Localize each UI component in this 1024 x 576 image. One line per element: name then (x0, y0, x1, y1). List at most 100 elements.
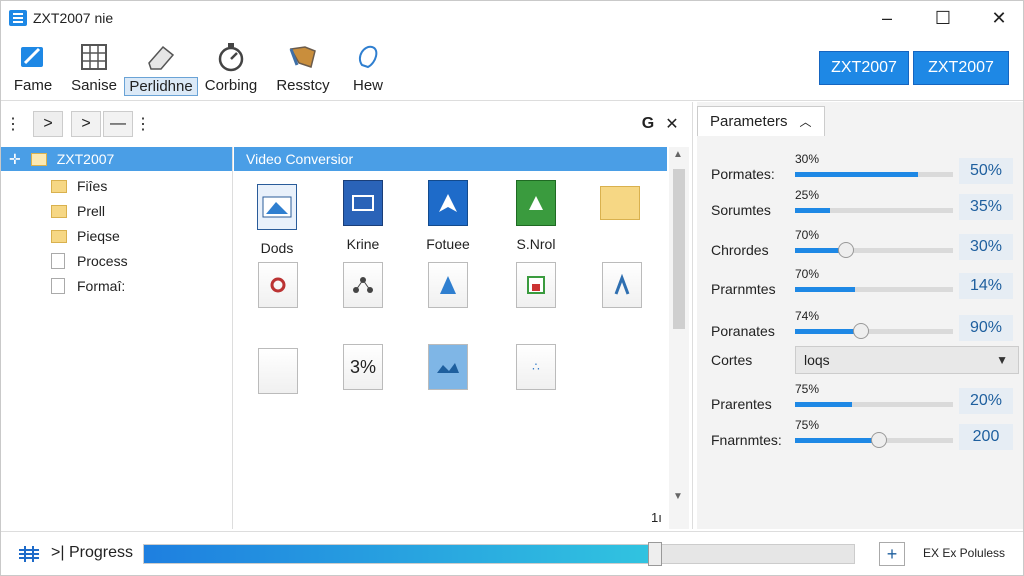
ribbon-hew-button[interactable]: Hew (347, 41, 389, 99)
forward-button[interactable]: > (33, 111, 63, 137)
tree-root[interactable]: ✛ ZXT2007 (1, 147, 232, 171)
parameter-value[interactable]: 20% (959, 388, 1013, 414)
cortes-select[interactable]: loqs (795, 346, 1019, 374)
tree-item[interactable]: Pieqse (51, 225, 120, 247)
slider-knob[interactable] (853, 323, 870, 339)
slider-fill (795, 438, 879, 443)
parameter-slider[interactable] (795, 323, 953, 339)
file-item[interactable] (501, 262, 571, 318)
close-button[interactable]: ✕ (971, 1, 1024, 35)
ribbon-sanise-button[interactable]: Sanise (69, 41, 119, 99)
ribbon-corbing-button[interactable]: Corbing (203, 41, 259, 99)
parameter-value[interactable]: 30% (959, 234, 1013, 260)
status-bar: >| Progress + EX Ex Poluless (1, 531, 1023, 575)
parameter-value[interactable]: 50% (959, 158, 1013, 184)
ribbon-resstcy-button[interactable]: Resstcy (273, 41, 333, 99)
ribbon-perlidhne-button[interactable]: Perlidhne (124, 41, 198, 99)
parameter-row: Sorumtes 25% 35% (697, 188, 1023, 224)
grip-icon: ⋮ (5, 116, 21, 133)
tree-item[interactable]: Formaî: (51, 275, 125, 297)
status-corner-text: 1ı (651, 510, 662, 525)
ribbon-label: Perlidhne (124, 77, 198, 96)
close-panel-icon[interactable]: ✕ (657, 111, 687, 137)
parameter-row: Pormates: 30% 50% (697, 152, 1023, 188)
collapse-button[interactable]: — (103, 111, 133, 137)
slider-fill (795, 208, 830, 213)
ribbon: Fame Sanise Perlidhne Corbing Resstcy He… (1, 35, 1023, 101)
file-item[interactable]: Krine (328, 180, 398, 252)
parameter-percent: 74% (795, 309, 820, 323)
chart-file-icon (516, 262, 556, 308)
tree-item[interactable]: Fiîes (51, 175, 107, 197)
parameter-slider[interactable] (795, 172, 953, 177)
parameter-label: Chrordes (711, 242, 769, 258)
file-item[interactable] (413, 344, 483, 400)
content-scrollbar[interactable]: ▲ ▼ (669, 147, 689, 529)
scroll-down-icon[interactable]: ▼ (673, 491, 683, 502)
tree-item-label: Formaî: (77, 278, 126, 294)
file-item[interactable] (413, 262, 483, 318)
scroll-up-icon[interactable]: ▲ (673, 149, 683, 160)
grid-icon (17, 544, 41, 564)
zxt2007-button[interactable]: ZXT2007 (913, 51, 1009, 85)
parameter-value[interactable]: 90% (959, 315, 1013, 341)
tab-parameters[interactable]: Parameters ︿ (697, 106, 825, 136)
parameter-value[interactable]: 200 (959, 424, 1013, 450)
parameter-select-row: Cortes loqs (697, 344, 1023, 380)
ribbon-fame-button[interactable]: Fame (11, 41, 55, 99)
parameter-value[interactable]: 14% (959, 273, 1013, 299)
folder-icon (51, 179, 67, 193)
tree-item[interactable]: Process (51, 250, 128, 272)
minimize-button[interactable]: – (859, 1, 915, 35)
slider-fill (795, 402, 852, 407)
arrow-file-icon (428, 262, 468, 308)
file-item[interactable]: Dods (242, 184, 312, 256)
settings-file-icon (258, 262, 298, 308)
status-right-text: EX Ex Poluless (923, 546, 1006, 560)
scroll-thumb[interactable] (673, 169, 685, 329)
parameter-slider[interactable] (795, 432, 953, 448)
pen-icon (17, 41, 49, 73)
progress-bar[interactable] (143, 542, 855, 566)
script-file-icon (602, 262, 642, 308)
slider-knob[interactable] (837, 242, 854, 258)
file-name: S.Nrol (516, 236, 556, 252)
video-file-icon (257, 184, 297, 230)
parameter-row: Poranates 74% 90% (697, 309, 1023, 345)
parameter-label: Poranates (711, 323, 775, 339)
ribbon-label: Resstcy (276, 77, 330, 94)
parameter-slider[interactable] (795, 287, 953, 292)
parameter-row: Prarentes 75% 20% (697, 382, 1023, 418)
slider-knob[interactable] (870, 432, 887, 448)
tree-root-label: ZXT2007 (56, 151, 115, 167)
maximize-button[interactable]: ☐ (915, 1, 971, 35)
slider-fill (795, 329, 862, 334)
parameter-slider[interactable] (795, 208, 953, 213)
chevron-up-icon[interactable]: ︿ (800, 113, 812, 130)
progress-label: >| Progress (51, 544, 133, 561)
progress-handle[interactable] (648, 542, 663, 566)
file-item[interactable] (243, 348, 313, 404)
parameter-row: Fnarnmtes: 75% 200 (697, 418, 1023, 454)
flag-icon (287, 41, 319, 73)
dots-file-icon: ∴ (516, 344, 556, 390)
parameter-slider[interactable] (795, 242, 953, 258)
zxt2007-button[interactable]: ZXT2007 (819, 51, 909, 85)
file-item[interactable]: S.Nrol (501, 180, 571, 252)
file-item[interactable] (587, 262, 657, 318)
add-button[interactable]: + (879, 542, 905, 566)
tree-item[interactable]: Prell (51, 200, 105, 222)
file-item[interactable]: ∴ (501, 344, 571, 400)
file-item[interactable]: 3% (328, 344, 398, 390)
parameter-label: Pormates: (711, 166, 775, 182)
file-item[interactable] (328, 262, 398, 318)
file-item[interactable]: Fotuee (413, 180, 483, 252)
file-item[interactable] (243, 262, 313, 318)
next-button[interactable]: > (71, 111, 101, 137)
file-item[interactable] (585, 186, 655, 230)
parameter-slider[interactable] (795, 402, 953, 407)
spreadsheet-file-icon (516, 180, 556, 226)
expand-icon[interactable]: ✛ (9, 151, 21, 168)
file-name: Krine (346, 236, 380, 252)
parameter-value[interactable]: 35% (959, 194, 1013, 220)
